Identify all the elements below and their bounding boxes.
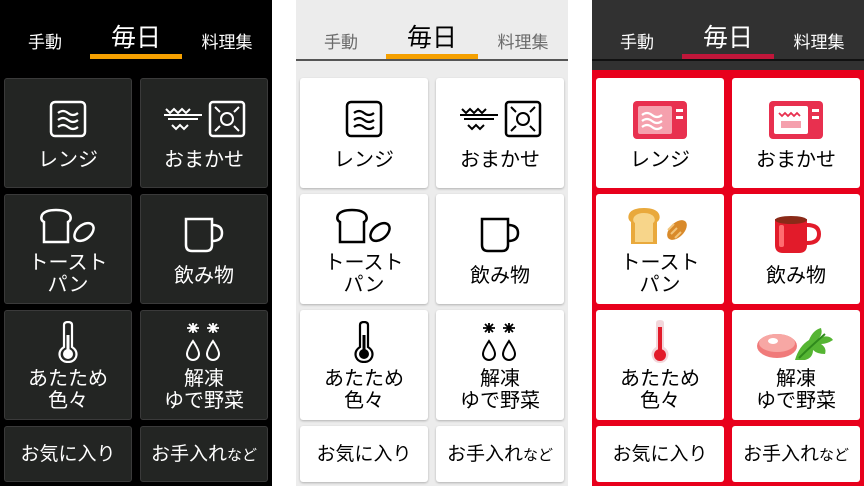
care-label: お手入れなど xyxy=(742,442,850,465)
warm-button[interactable]: あたため 色々 xyxy=(4,310,132,420)
warm-label: あたため 色々 xyxy=(324,366,404,412)
care-label: お手入れなど xyxy=(150,442,258,465)
tab-divider xyxy=(0,59,272,61)
light-theme-panel: 手動 毎日 料理集 レンジ おまかせ トースト パン 飲み物 あたため 色々 解… xyxy=(296,0,568,486)
tab-manual[interactable]: 手動 xyxy=(296,0,386,60)
tab-bar: 手動 毎日 料理集 xyxy=(296,0,568,61)
range-label: レンジ xyxy=(630,147,690,171)
thaw-meat-vegetable-icon xyxy=(755,319,837,365)
warm-label: あたため 色々 xyxy=(620,366,700,412)
thaw-label: 解凍 ゆで野菜 xyxy=(756,366,836,412)
drinks-button[interactable]: 飲み物 xyxy=(140,194,268,304)
toast-label: トースト パン xyxy=(620,250,700,296)
range-label: レンジ xyxy=(334,147,394,171)
thermometer-icon xyxy=(648,319,672,365)
range-button[interactable]: レンジ xyxy=(4,78,132,188)
tab-manual[interactable]: 手動 xyxy=(0,0,90,60)
favorites-button[interactable]: お気に入り xyxy=(300,426,428,482)
warm-button[interactable]: あたため 色々 xyxy=(300,310,428,420)
care-button[interactable]: お手入れなど xyxy=(436,426,564,482)
tab-recipes[interactable]: 料理集 xyxy=(478,0,568,60)
tab-bar: 手動 毎日 料理集 xyxy=(592,0,864,61)
toast-label: トースト パン xyxy=(324,250,404,296)
thaw-button[interactable]: 解凍 ゆで野菜 xyxy=(436,310,564,420)
favorites-button[interactable]: お気に入り xyxy=(4,426,132,482)
mug-icon xyxy=(181,212,227,258)
favorites-label: お気に入り xyxy=(20,443,116,465)
care-label: お手入れなど xyxy=(446,442,554,465)
toast-bread-button[interactable]: トースト パン xyxy=(300,194,428,304)
thaw-button[interactable]: 解凍 ゆで野菜 xyxy=(732,310,860,420)
favorites-button[interactable]: お気に入り xyxy=(596,426,724,482)
favorites-label: お気に入り xyxy=(316,443,412,465)
omakase-label: おまかせ xyxy=(756,147,836,171)
omakase-label: おまかせ xyxy=(164,147,244,171)
auto-cook-icon xyxy=(767,96,825,142)
color-theme-panel: 手動 毎日 料理集 レンジ おまかせ トースト パン 飲み物 あたため 色々 解… xyxy=(592,0,864,486)
drinks-label: 飲み物 xyxy=(470,263,530,287)
range-label: レンジ xyxy=(38,147,98,171)
tab-daily[interactable]: 毎日 xyxy=(90,0,182,60)
thaw-label: 解凍 ゆで野菜 xyxy=(460,366,540,412)
thaw-button[interactable]: 解凍 ゆで野菜 xyxy=(140,310,268,420)
drinks-label: 飲み物 xyxy=(766,263,826,287)
tab-daily[interactable]: 毎日 xyxy=(682,0,774,60)
tab-recipes[interactable]: 料理集 xyxy=(182,0,272,60)
tab-divider xyxy=(592,59,864,61)
auto-cook-icon xyxy=(160,96,248,142)
favorites-label: お気に入り xyxy=(612,443,708,465)
microwave-icon xyxy=(631,96,689,142)
omakase-button[interactable]: おまかせ xyxy=(140,78,268,188)
tab-recipes[interactable]: 料理集 xyxy=(774,0,864,60)
thermometer-icon xyxy=(352,319,376,365)
thaw-drops-icon xyxy=(480,319,520,365)
thaw-label: 解凍 ゆで野菜 xyxy=(164,366,244,412)
range-button[interactable]: レンジ xyxy=(300,78,428,188)
toast-bread-icon xyxy=(38,203,98,249)
toast-bread-icon xyxy=(334,203,394,249)
care-button[interactable]: お手入れなど xyxy=(732,426,860,482)
microwave-icon xyxy=(48,96,88,142)
warm-button[interactable]: あたため 色々 xyxy=(596,310,724,420)
toast-bread-button[interactable]: トースト パン xyxy=(596,194,724,304)
drinks-label: 飲み物 xyxy=(174,263,234,287)
omakase-label: おまかせ xyxy=(460,147,540,171)
tab-manual[interactable]: 手動 xyxy=(592,0,682,60)
toast-bread-button[interactable]: トースト パン xyxy=(4,194,132,304)
dark-theme-panel: 手動 毎日 料理集 レンジ おまかせ トースト パン 飲み物 あたため 色々 解… xyxy=(0,0,272,486)
drinks-button[interactable]: 飲み物 xyxy=(732,194,860,304)
tab-divider xyxy=(296,59,568,61)
range-button[interactable]: レンジ xyxy=(596,78,724,188)
auto-cook-icon xyxy=(456,96,544,142)
mug-icon xyxy=(769,212,823,258)
thermometer-icon xyxy=(56,319,80,365)
mug-icon xyxy=(477,212,523,258)
warm-label: あたため 色々 xyxy=(28,366,108,412)
drinks-button[interactable]: 飲み物 xyxy=(436,194,564,304)
microwave-icon xyxy=(344,96,384,142)
toast-label: トースト パン xyxy=(28,250,108,296)
toast-bread-icon xyxy=(627,203,693,249)
care-button[interactable]: お手入れなど xyxy=(140,426,268,482)
thaw-drops-icon xyxy=(184,319,224,365)
omakase-button[interactable]: おまかせ xyxy=(732,78,860,188)
tab-bar: 手動 毎日 料理集 xyxy=(0,0,272,61)
omakase-button[interactable]: おまかせ xyxy=(436,78,564,188)
tab-daily[interactable]: 毎日 xyxy=(386,0,478,60)
